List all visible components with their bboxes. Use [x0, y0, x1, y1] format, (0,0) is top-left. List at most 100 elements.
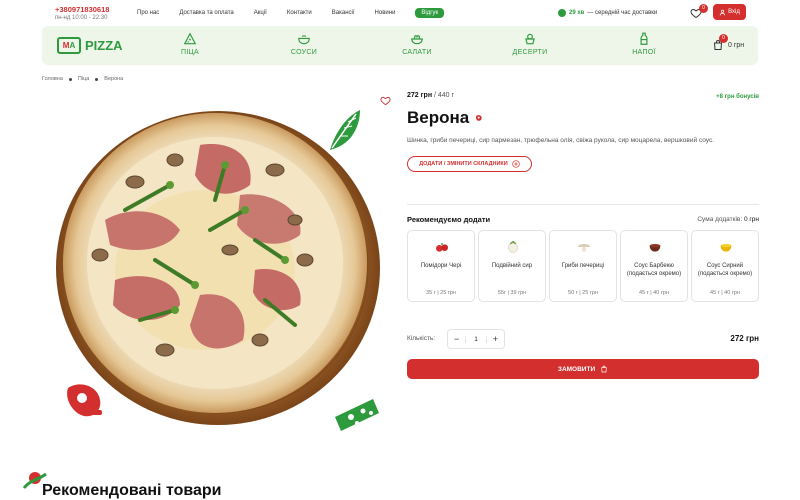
breadcrumb: Головна Піца Верона	[42, 76, 123, 82]
addon-meta: 45 г | 40 грн	[710, 290, 740, 296]
nav-promotions[interactable]: Акції	[254, 10, 267, 18]
change-ingredients-button[interactable]: ДОДАТИ / ЗМІНИТИ СКЛАДНИКИ	[407, 156, 532, 173]
delivery-info: 29 хв — середній час доставки	[558, 9, 657, 17]
addons-sum-value: 0 грн	[744, 216, 759, 223]
category-label: СОУСИ	[290, 49, 318, 56]
clock-icon	[558, 9, 566, 17]
product-title: Верона	[407, 108, 470, 127]
login-label: Вхід	[728, 9, 740, 15]
nav-news[interactable]: Новини	[375, 10, 396, 18]
phone-link[interactable]: +380971830618	[55, 5, 109, 14]
shopping-bag-icon	[601, 365, 607, 373]
mozzarella-icon	[508, 240, 518, 253]
category-label: ПІЦА	[180, 49, 200, 56]
category-desserts[interactable]: ДЕСЕРТИ	[500, 32, 560, 56]
addon-card[interactable]: Соус Сирний (подається окремо) 45 г | 40…	[691, 230, 759, 302]
bonus-label: +8 грн бонусів	[716, 94, 759, 100]
addon-card[interactable]: Помідори Чері 35 г | 25 грн	[407, 230, 475, 302]
total-price: 272 грн	[730, 334, 759, 343]
sauce-bowl-icon	[298, 35, 310, 45]
bottle-icon	[640, 32, 648, 45]
delivery-text: — середній час доставки	[587, 10, 658, 16]
addon-meta: 55г | 39 грн	[497, 290, 527, 296]
change-ingredients-label: ДОДАТИ / ЗМІНИТИ СКЛАДНИКИ	[419, 161, 508, 168]
nav-about[interactable]: Про нас	[137, 10, 159, 18]
favorite-heart-icon[interactable]	[380, 95, 391, 106]
pizza-slice-icon	[183, 32, 197, 45]
breadcrumb-home[interactable]: Головна	[42, 76, 63, 82]
cheese-sauce-icon	[720, 244, 732, 252]
product-price: 272 грн	[407, 92, 433, 99]
login-button[interactable]: Вхід	[713, 4, 746, 20]
cart-button[interactable]: 0 0 грн	[712, 34, 744, 51]
quantity-label: Кількість:	[407, 335, 436, 342]
order-button[interactable]: ЗАМОВИТИ	[407, 359, 759, 379]
working-hours: пн-нд 10:00 - 22:30	[55, 15, 108, 21]
addon-name: Соус Барбекю (подається окремо)	[626, 263, 682, 278]
category-salads[interactable]: САЛАТИ	[387, 32, 447, 56]
wishlist-count-badge: 0	[699, 4, 708, 13]
addons-sum-label: Сума додатків:	[697, 216, 743, 223]
logo-badge: MA	[57, 37, 81, 54]
category-label: НАПОЇ	[632, 49, 656, 56]
quantity-value[interactable]: 1	[465, 335, 487, 343]
addon-card[interactable]: Гриби печериці 50 г | 25 грн	[549, 230, 617, 302]
recommended-products-title: Рекомендовані товари	[42, 482, 222, 499]
cherry-tomato-icon	[436, 243, 448, 252]
price-line: 272 грн / 440 г	[407, 92, 759, 99]
meat-badge-icon	[476, 115, 482, 121]
product-description: Шинка, гриби печериці, сир пармезан, трю…	[407, 137, 714, 144]
addon-meta: 45 г | 40 грн	[639, 290, 669, 296]
ham-leg-icon	[67, 384, 102, 417]
nav-vacancies[interactable]: Вакансії	[332, 10, 355, 18]
top-nav: Про нас Доставка та оплата Акції Контакт…	[137, 8, 464, 18]
quantity-row: Кількість: − 1 + 272 грн	[407, 329, 759, 349]
feedback-button[interactable]: Відгук	[415, 8, 445, 18]
logo-text: PIZZA	[85, 38, 123, 53]
decrease-button[interactable]: −	[454, 334, 459, 344]
cart-count-badge: 0	[719, 34, 728, 43]
product-info: 272 грн / 440 г +8 грн бонусів Верона Ши…	[407, 92, 759, 173]
quantity-stepper: − 1 +	[447, 329, 505, 349]
category-label: ДЕСЕРТИ	[512, 49, 548, 56]
breadcrumb-pizza[interactable]: Піца	[78, 76, 89, 82]
addon-card[interactable]: Соус Барбекю (подається окремо) 45 г | 4…	[620, 230, 688, 302]
nav-delivery[interactable]: Доставка та оплата	[179, 10, 233, 18]
addon-meta: 35 г | 25 грн	[426, 290, 456, 296]
user-icon	[719, 9, 726, 15]
category-sauces[interactable]: СОУСИ	[274, 32, 334, 56]
category-drinks[interactable]: НАПОЇ	[614, 32, 674, 56]
divider	[407, 204, 759, 205]
pizza-image	[56, 111, 380, 425]
breadcrumb-separator	[68, 77, 72, 81]
dessert-icon	[525, 33, 535, 45]
site-logo[interactable]: MA PIZZA	[57, 37, 123, 54]
delivery-time: 29 хв	[569, 10, 585, 16]
addon-card[interactable]: Подвійний сир 55г | 39 грн	[478, 230, 546, 302]
addons-sum: Сума додатків: 0 грн	[697, 216, 759, 223]
top-bar: +380971830618 пн-нд 10:00 - 22:30 Про на…	[0, 0, 800, 26]
mushroom-icon	[578, 244, 590, 252]
nav-contacts[interactable]: Контакти	[287, 10, 312, 18]
addon-name: Гриби печериці	[561, 263, 605, 269]
addons-title: Рекомендуємо додати	[407, 215, 491, 224]
cheese-icon	[335, 399, 379, 431]
salad-icon	[411, 35, 423, 45]
addon-name: Соус Сирний (подається окремо)	[697, 263, 753, 278]
category-pizza[interactable]: ПІЦА	[160, 32, 220, 56]
addon-meta: 50 г | 25 грн	[568, 290, 598, 296]
breadcrumb-separator	[95, 77, 99, 81]
product-weight: / 440 г	[434, 92, 455, 99]
addon-name: Подвійний сир	[491, 263, 533, 269]
plus-circle-icon	[512, 160, 520, 168]
arugula-leaf-icon	[330, 110, 360, 150]
addons-header: Рекомендуємо додати Сума додатків: 0 грн	[407, 215, 759, 225]
addons-list: Помідори Чері 35 г | 25 грн Подвійний си…	[407, 230, 759, 302]
category-label: САЛАТИ	[402, 49, 432, 56]
bbq-sauce-icon	[649, 244, 661, 252]
category-bar: MA PIZZA ПІЦА СОУСИ САЛАТИ ДЕСЕРТИ НАПОЇ…	[42, 26, 758, 65]
increase-button[interactable]: +	[493, 334, 498, 344]
order-button-label: ЗАМОВИТИ	[557, 365, 596, 373]
title-row: Верона	[407, 108, 759, 128]
addon-name: Помідори Чері	[420, 263, 462, 269]
